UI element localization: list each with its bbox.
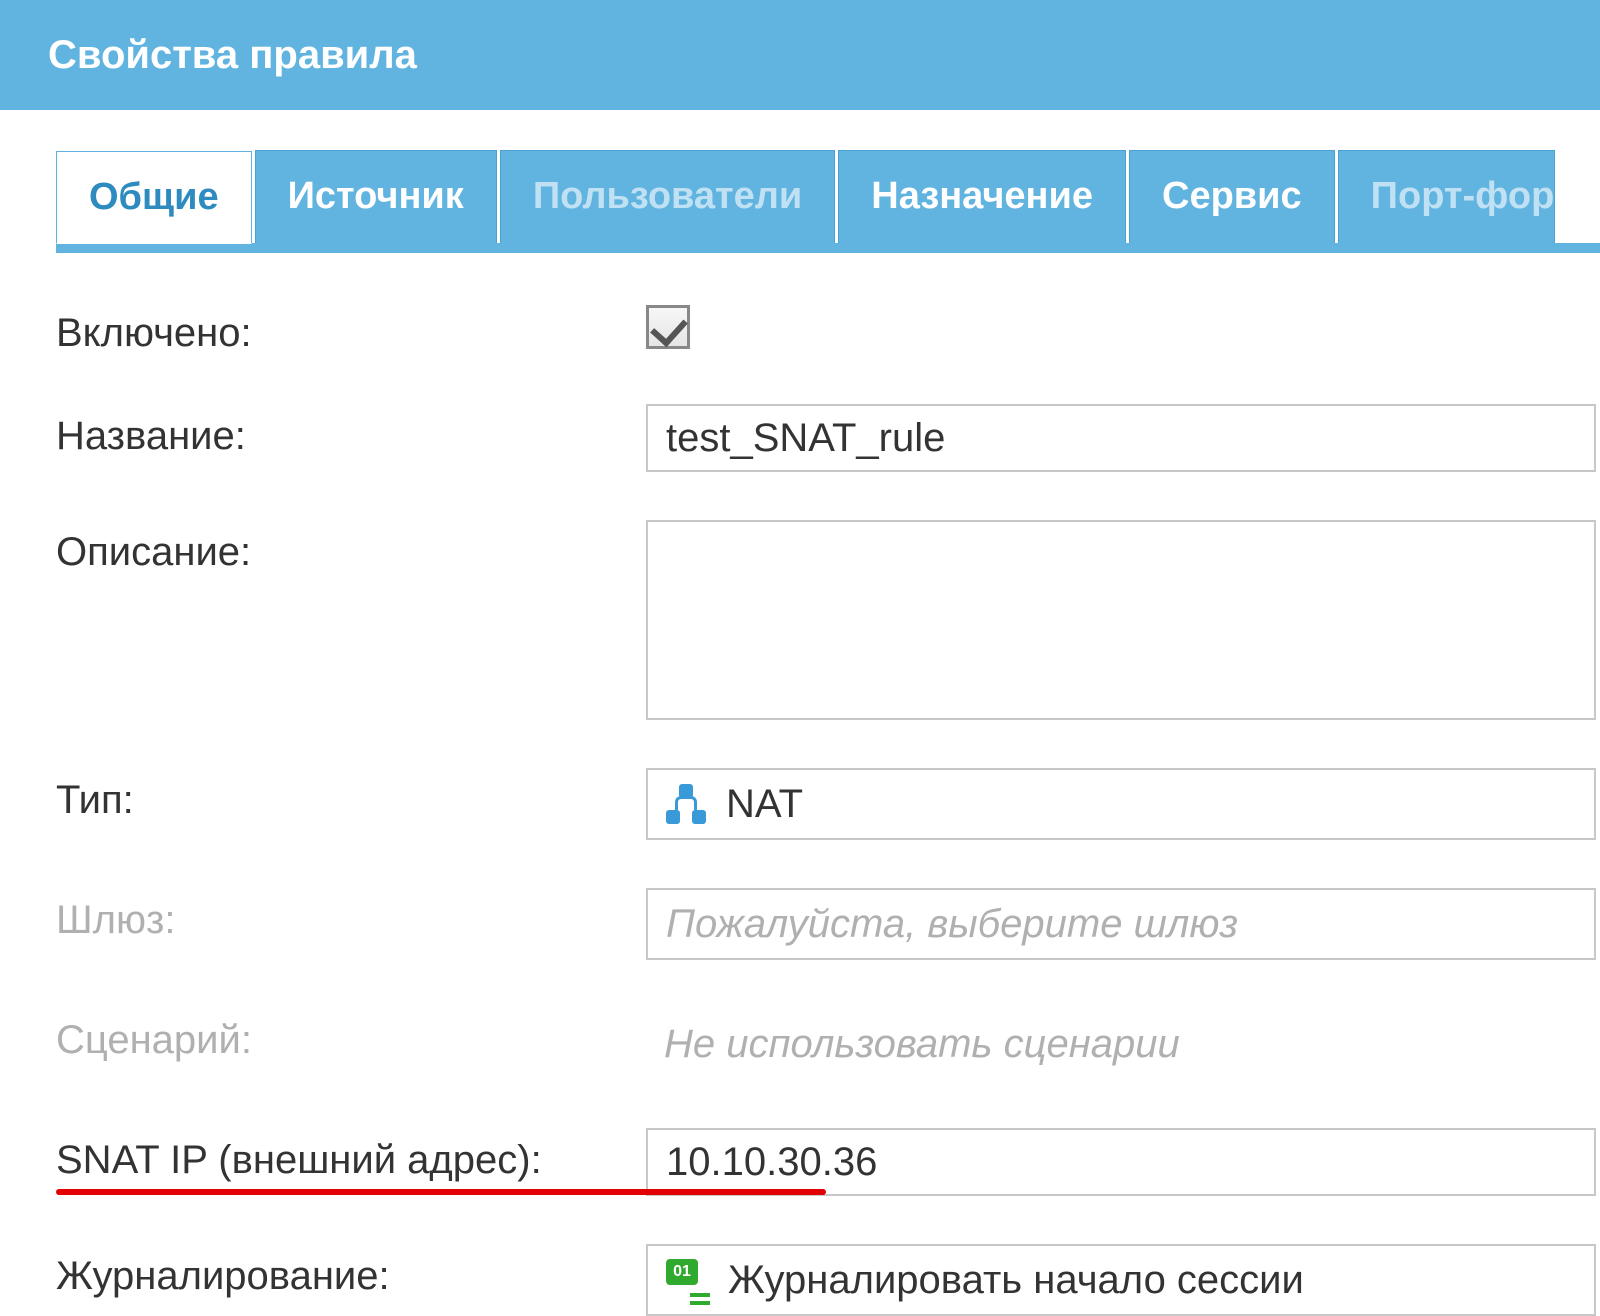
enabled-cell: [646, 301, 1600, 354]
window-title: Свойства правила: [48, 33, 417, 78]
gateway-placeholder: Пожалуйста, выберите шлюз: [666, 902, 1238, 947]
nat-icon: [666, 784, 706, 824]
description-input[interactable]: [646, 520, 1596, 720]
tab-destination[interactable]: Назначение: [838, 150, 1126, 243]
tab-users: Пользователи: [500, 150, 835, 243]
scenario-select: Не использовать сценарии: [646, 1008, 1596, 1080]
description-label: Описание:: [56, 520, 646, 575]
tab-source[interactable]: Источник: [255, 150, 497, 243]
tab-service[interactable]: Сервис: [1129, 150, 1335, 243]
name-input[interactable]: [646, 404, 1596, 472]
scenario-placeholder: Не использовать сценарии: [664, 1022, 1180, 1067]
type-label: Тип:: [56, 768, 646, 823]
gateway-label: Шлюз:: [56, 888, 646, 943]
gateway-select: Пожалуйста, выберите шлюз: [646, 888, 1596, 960]
name-label: Название:: [56, 404, 646, 459]
tab-general[interactable]: Общие: [56, 151, 252, 244]
rule-properties-window: Свойства правила Общие Источник Пользова…: [0, 0, 1600, 1297]
tab-port-forward: Порт-фор: [1338, 150, 1556, 243]
enabled-checkbox[interactable]: [646, 305, 690, 349]
type-value: NAT: [726, 782, 803, 827]
logging-icon: [666, 1259, 708, 1301]
general-form: Включено: Название: Описание: Тип: NAT Ш…: [56, 253, 1600, 1316]
logging-value: Журналировать начало сессии: [728, 1258, 1304, 1303]
scenario-label: Сценарий:: [56, 1008, 646, 1063]
enabled-label: Включено:: [56, 301, 646, 356]
logging-select[interactable]: Журналировать начало сессии: [646, 1244, 1596, 1316]
type-select[interactable]: NAT: [646, 768, 1596, 840]
window-titlebar: Свойства правила: [0, 0, 1600, 110]
snat-ip-input[interactable]: [646, 1128, 1596, 1196]
logging-label: Журналирование:: [56, 1244, 646, 1299]
tabs-bar: Общие Источник Пользователи Назначение С…: [56, 150, 1600, 253]
snat-ip-label: SNAT IP (внешний адрес):: [56, 1128, 646, 1183]
window-client-area: Общие Источник Пользователи Назначение С…: [0, 110, 1600, 1316]
